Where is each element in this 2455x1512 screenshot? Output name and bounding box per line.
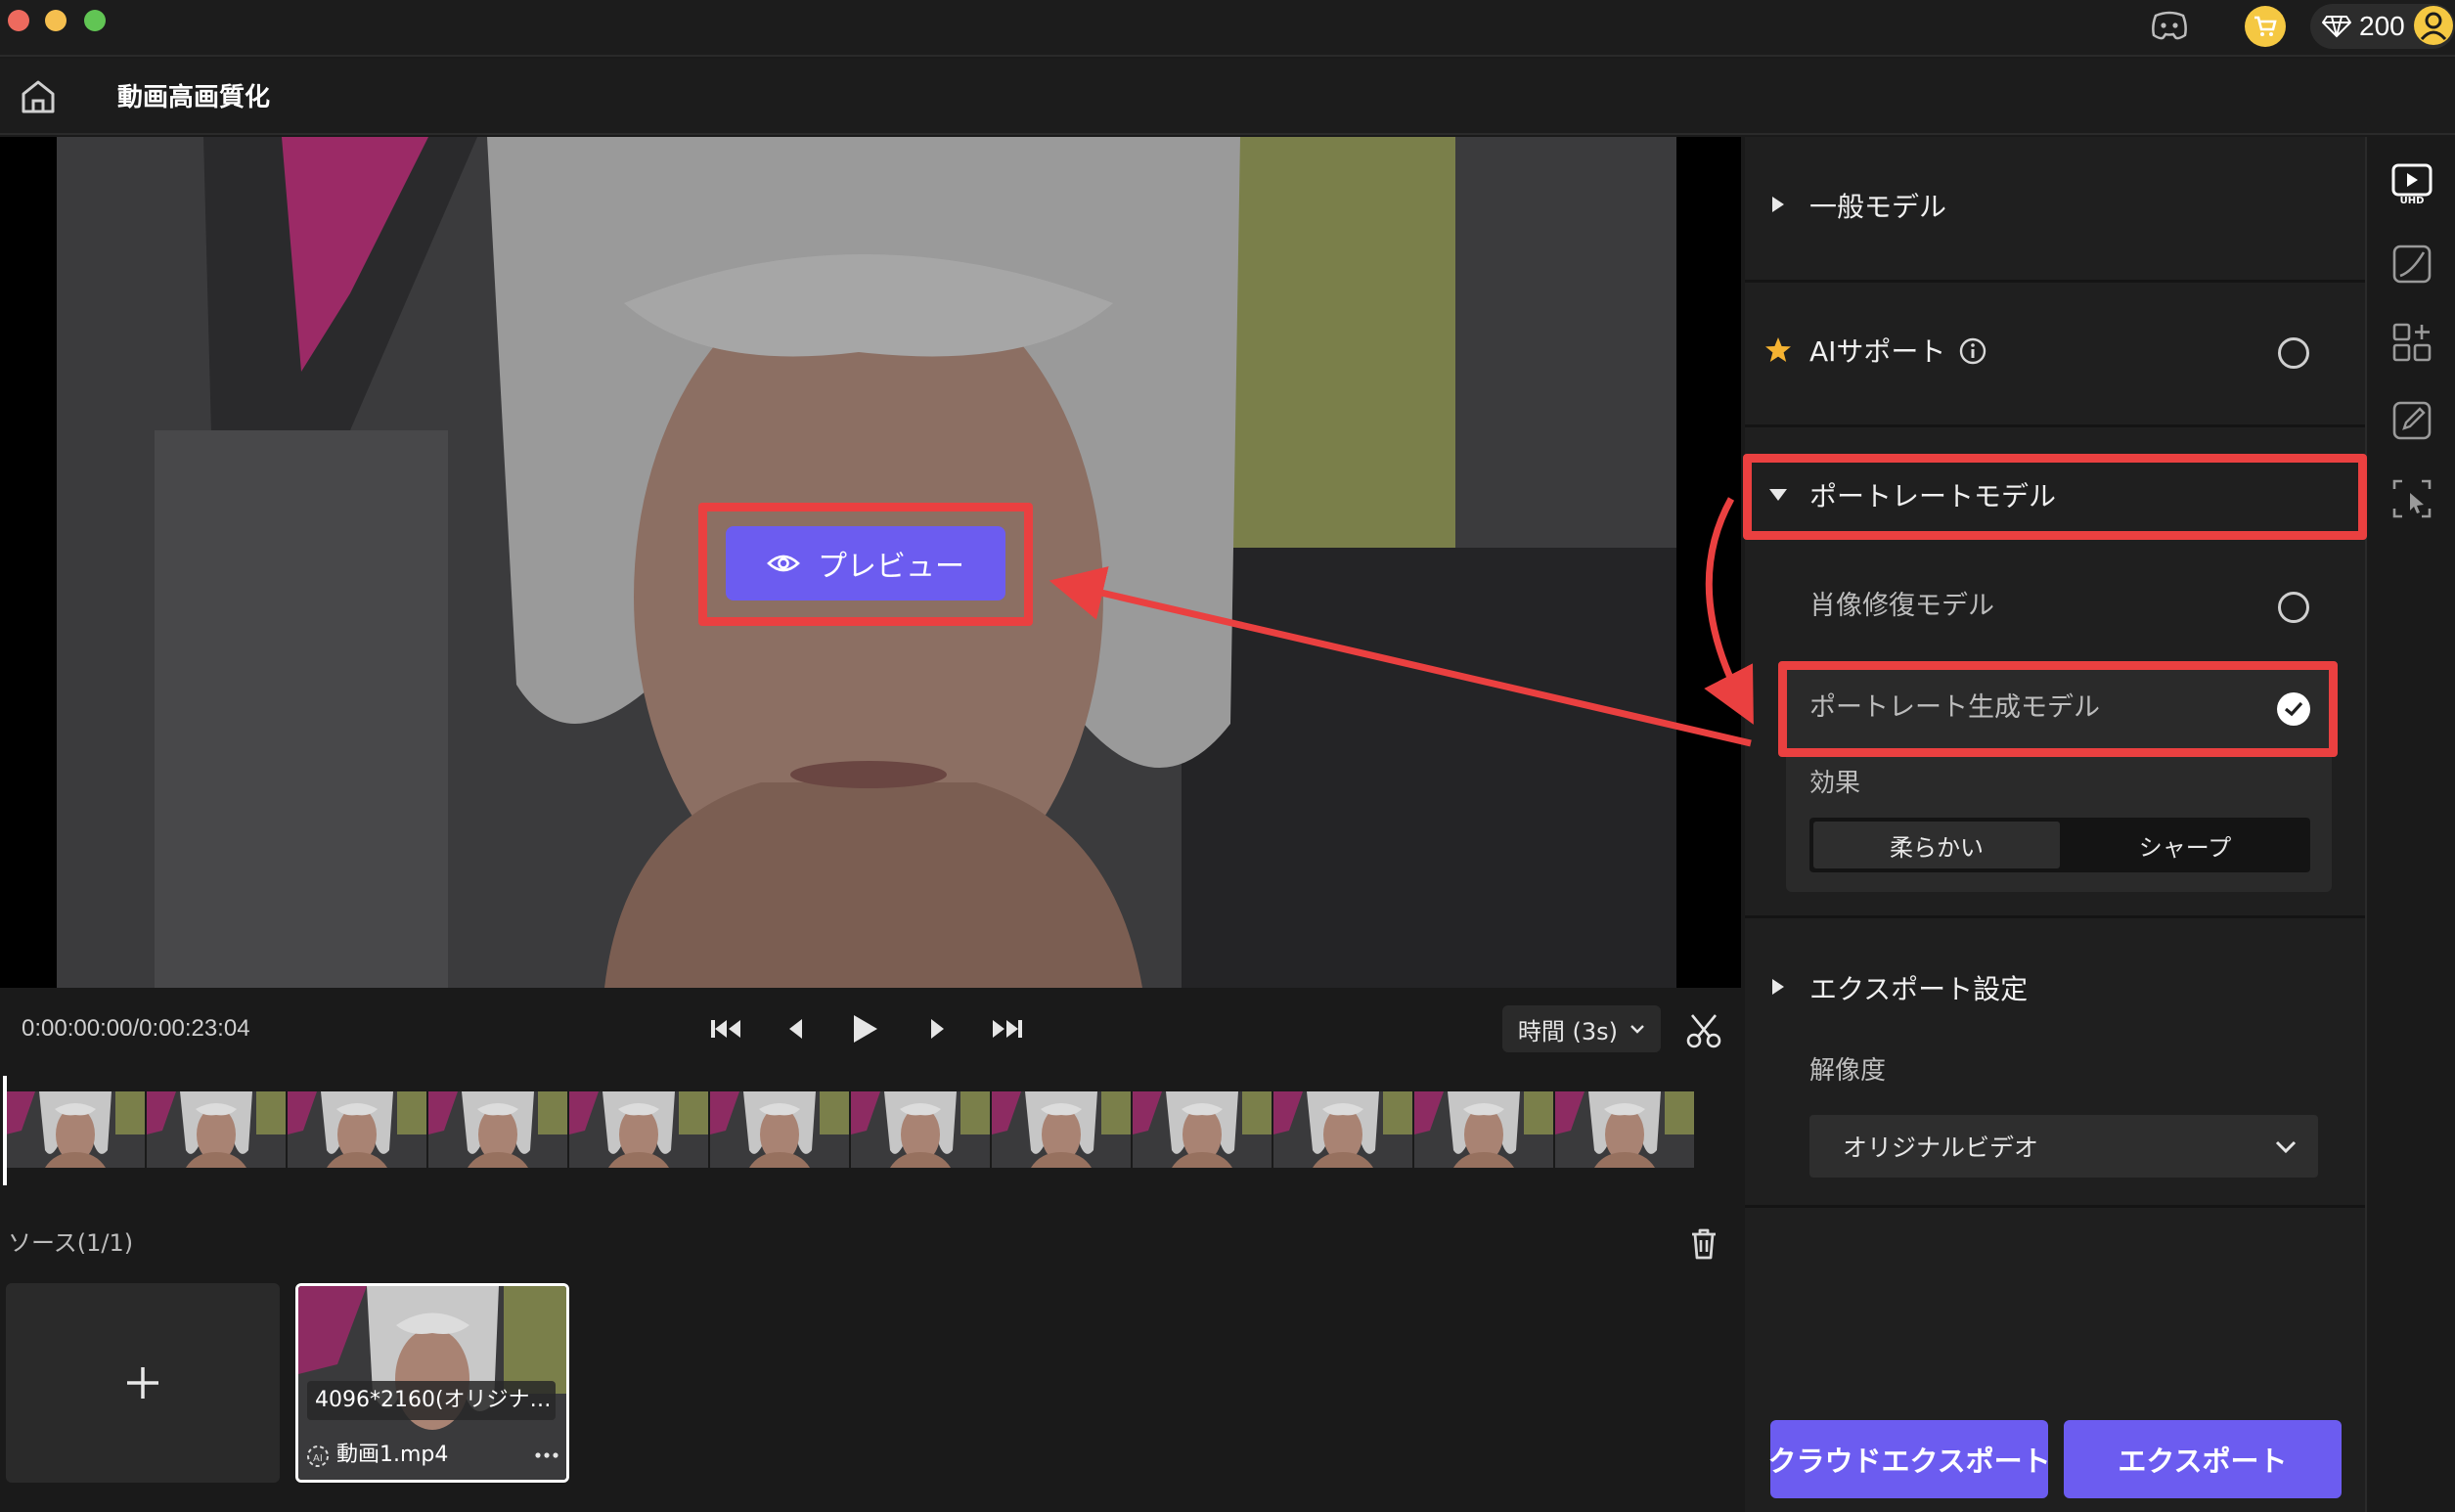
diamond-icon — [2322, 16, 2351, 38]
ai-support-radio[interactable] — [2278, 337, 2309, 369]
section-divider — [1745, 280, 2365, 283]
timeline-frame — [147, 1091, 286, 1168]
timeline-frame-image — [1555, 1091, 1694, 1168]
add-widget-icon[interactable] — [2390, 321, 2433, 364]
effect-sharp-button[interactable]: シャープ — [2062, 822, 2308, 868]
timeline-frame-image — [710, 1091, 849, 1168]
timeline-frame — [6, 1091, 145, 1168]
more-icon[interactable] — [532, 1444, 561, 1467]
timeline-frame — [992, 1091, 1131, 1168]
ai-support-label: AIサポート — [1809, 335, 1946, 368]
curve-icon[interactable] — [2390, 243, 2433, 286]
caret-right-icon — [1772, 979, 1784, 995]
timeline-frame-image — [569, 1091, 708, 1168]
timeline-frame — [851, 1091, 990, 1168]
title-bar — [0, 0, 2455, 57]
media-resolution: 4096*2160(オリジナ… — [307, 1381, 556, 1420]
timeline-frame-image — [428, 1091, 567, 1168]
export-button[interactable]: エクスポート — [2064, 1420, 2342, 1498]
timeline-frame-image — [851, 1091, 990, 1168]
effect-soft-button[interactable]: 柔らかい — [1813, 822, 2060, 868]
trash-icon[interactable] — [1684, 1224, 1723, 1264]
play-icon — [854, 1015, 877, 1043]
ai-enhance-icon: AI — [307, 1445, 329, 1467]
skip-start-icon — [711, 1020, 740, 1038]
skip-start-button[interactable] — [706, 1011, 745, 1046]
playhead[interactable] — [2, 1076, 8, 1185]
timeline-frame-image — [992, 1091, 1131, 1168]
discord-icon[interactable] — [2150, 10, 2189, 41]
uhd-video-icon[interactable]: UHD — [2390, 162, 2433, 205]
interval-label: 時間 (3s) — [1517, 1017, 1619, 1045]
chevron-down-icon — [1630, 1025, 1644, 1034]
edit-icon[interactable] — [2390, 399, 2433, 442]
effect-label: 効果 — [1809, 769, 1861, 798]
home-icon[interactable] — [18, 76, 59, 117]
cart-button[interactable] — [2245, 6, 2286, 47]
skip-end-button[interactable] — [988, 1011, 1027, 1046]
resolution-value: オリジナルビデオ — [1843, 1134, 2039, 1162]
general-model-header[interactable]: 一般モデル — [1809, 188, 1946, 227]
user-icon — [2420, 12, 2447, 41]
previous-frame-button[interactable] — [777, 1011, 816, 1046]
cart-icon — [2254, 16, 2277, 36]
timeline-frame-image — [1133, 1091, 1272, 1168]
timeline-frame — [569, 1091, 708, 1168]
next-frame-button[interactable] — [917, 1011, 957, 1046]
annotation-portrait-header-box — [1743, 454, 2367, 540]
timeline-frame-image — [1414, 1091, 1553, 1168]
portrait-repair-model-option[interactable]: 肖像修復モデル — [1809, 587, 1994, 626]
cloud-export-button[interactable]: クラウドエクスポート — [1767, 1420, 2051, 1498]
section-divider — [1745, 1205, 2365, 1208]
source-title: ソース(1/1) — [8, 1229, 134, 1257]
window-zoom-button[interactable] — [84, 10, 106, 31]
annotation-preview-box — [698, 503, 1033, 626]
chevron-down-icon — [2275, 1140, 2297, 1154]
timeline-frame-image — [288, 1091, 426, 1168]
resolution-select[interactable]: オリジナルビデオ — [1809, 1115, 2318, 1178]
scissors-icon[interactable] — [1684, 1011, 1723, 1050]
timeline-frame-image — [147, 1091, 286, 1168]
add-media-button[interactable] — [6, 1283, 280, 1483]
timeline-frame-image — [1273, 1091, 1412, 1168]
svg-text:AI: AI — [313, 1453, 323, 1464]
svg-text:UHD: UHD — [2400, 196, 2425, 205]
interval-dropdown[interactable]: 時間 (3s) — [1502, 1005, 1661, 1052]
resolution-label: 解像度 — [1809, 1056, 1887, 1086]
caret-right-icon — [1772, 197, 1784, 212]
app-header — [0, 59, 2455, 135]
timeline-frame — [288, 1091, 426, 1168]
next-frame-icon — [931, 1019, 944, 1039]
annotation-generation-option-box — [1778, 661, 2338, 757]
timeline-frame — [428, 1091, 567, 1168]
select-enhance-icon[interactable] — [2390, 477, 2433, 520]
previous-frame-icon — [789, 1019, 802, 1039]
play-button[interactable] — [845, 1011, 884, 1046]
plus-icon — [127, 1367, 158, 1399]
media-filename: 動画1.mp4 — [336, 1443, 449, 1467]
avatar[interactable] — [2414, 6, 2453, 45]
timeline-strip[interactable] — [6, 1091, 1727, 1168]
timeline-frame-image — [6, 1091, 145, 1168]
timeline-frame — [1133, 1091, 1272, 1168]
credits-count: 200 — [2359, 11, 2405, 41]
timeline-frame — [1273, 1091, 1412, 1168]
export-settings-header[interactable]: エクスポート設定 — [1809, 970, 2028, 1009]
section-divider — [1745, 424, 2365, 427]
window-minimize-button[interactable] — [45, 10, 67, 31]
star-icon — [1765, 337, 1791, 362]
timeline-frame — [1555, 1091, 1694, 1168]
window-close-button[interactable] — [8, 10, 29, 31]
skip-end-icon — [993, 1020, 1022, 1038]
time-display: 0:00:00:00/0:00:23:04 — [22, 1015, 250, 1042]
timeline-frame — [710, 1091, 849, 1168]
section-divider — [1745, 915, 2365, 918]
timeline-frame — [1414, 1091, 1553, 1168]
page-title: 動画高画質化 — [117, 83, 271, 112]
portrait-repair-radio[interactable] — [2278, 592, 2309, 623]
info-icon[interactable] — [1958, 336, 1987, 366]
